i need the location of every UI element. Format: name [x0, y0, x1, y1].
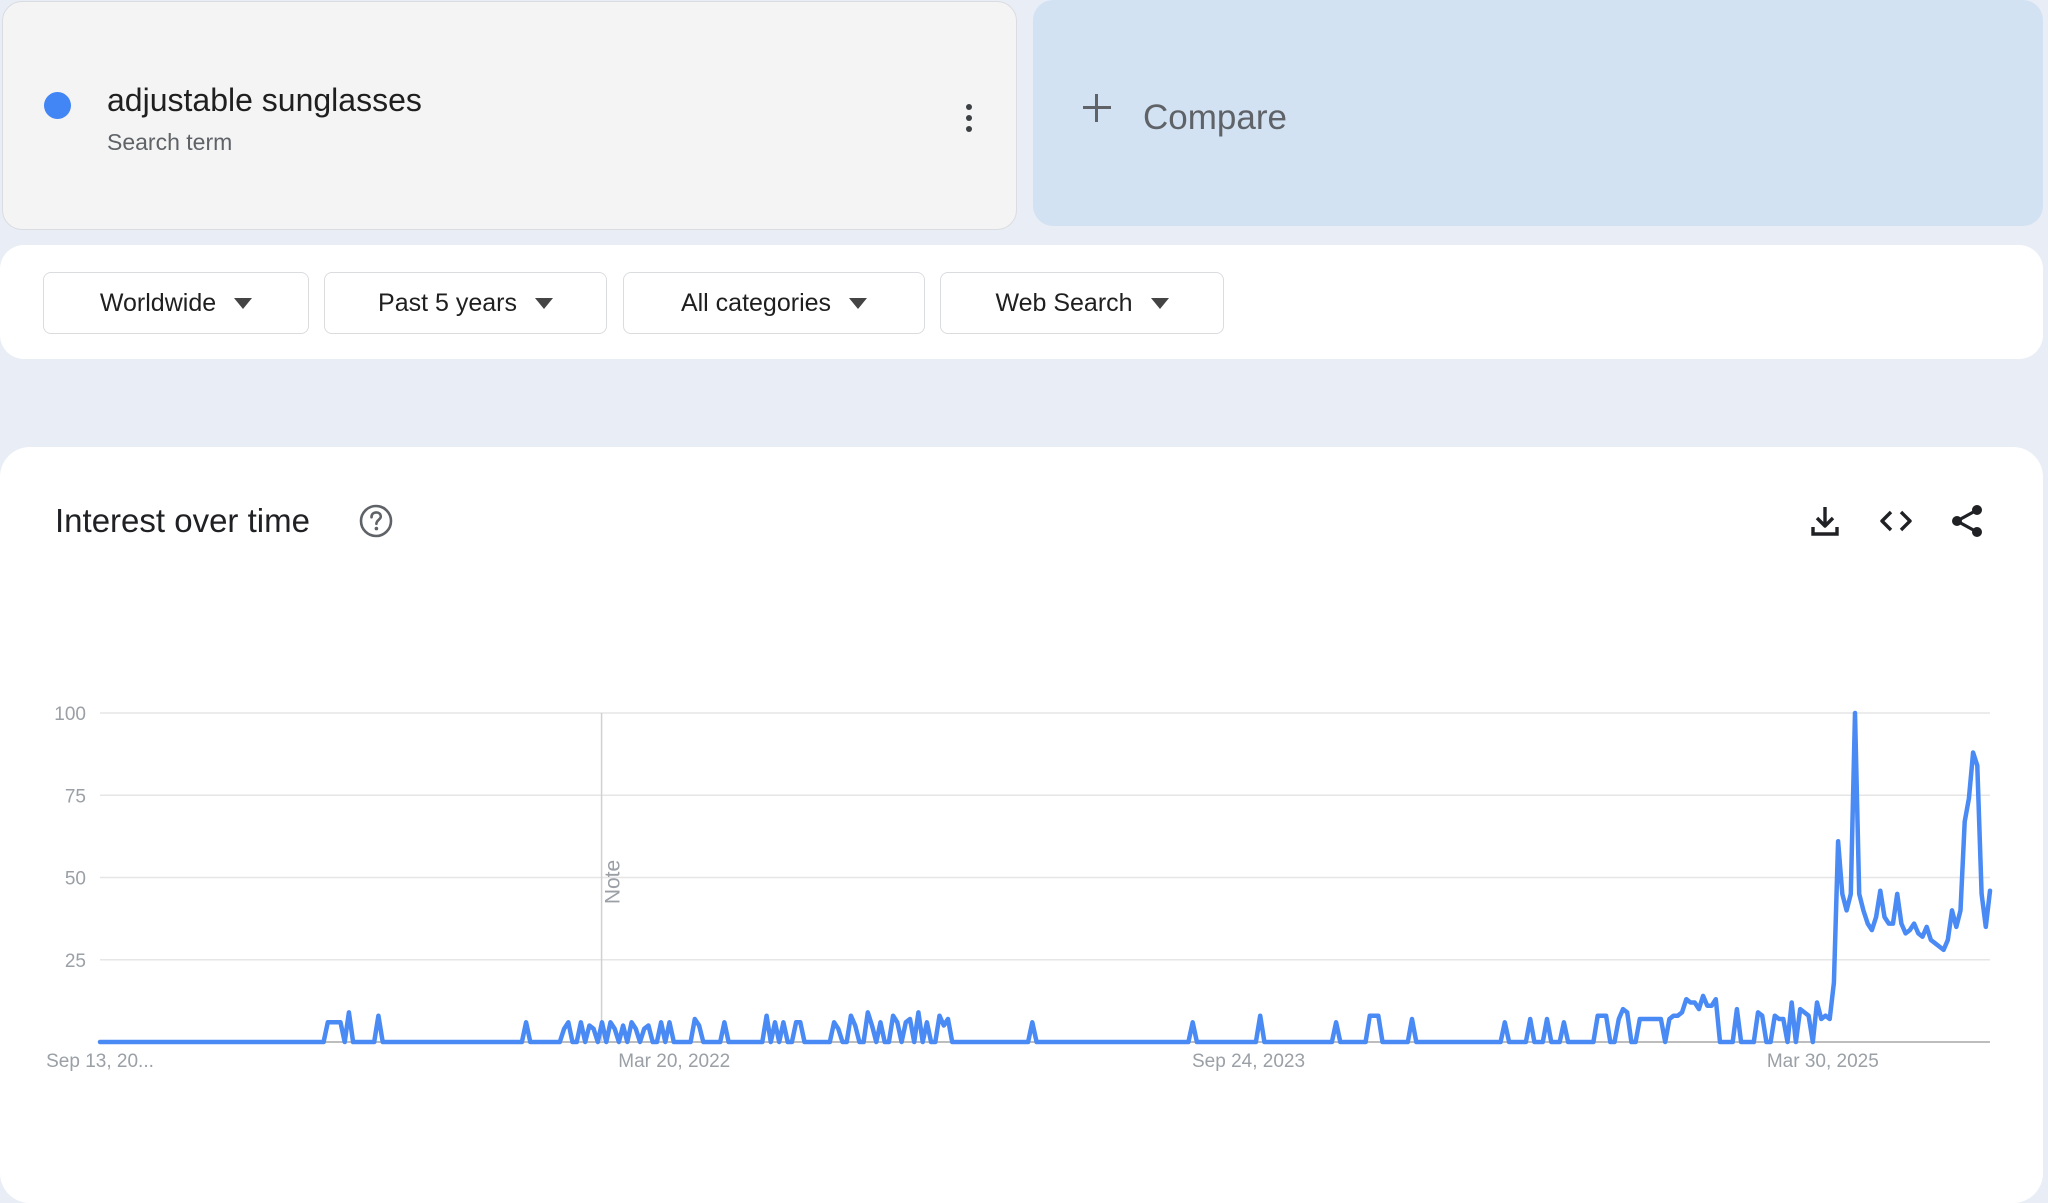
- category-filter-dropdown[interactable]: All categories: [623, 272, 925, 334]
- region-filter-dropdown[interactable]: Worldwide: [43, 272, 309, 334]
- search-type-filter-label: Web Search: [995, 288, 1133, 317]
- region-filter-label: Worldwide: [99, 288, 217, 317]
- note-label: Note: [602, 860, 625, 904]
- x-tick-label: Mar 20, 2022: [618, 1051, 730, 1072]
- compare-button[interactable]: Compare: [1033, 0, 2043, 226]
- y-tick-label: 100: [54, 704, 86, 725]
- chart-note-marker: Note: [600, 713, 625, 1042]
- search-term-name: adjustable sunglasses: [107, 82, 422, 118]
- filter-bar: Worldwide Past 5 years All categories We…: [0, 245, 2043, 359]
- dropdown-arrow-icon: [849, 297, 868, 309]
- interest-over-time-card: Interest over time 100 75 50 25 Sep 13, 20.…: [0, 447, 2043, 1203]
- time-range-filter-dropdown[interactable]: Past 5 years: [324, 272, 607, 334]
- compare-label: Compare: [1143, 98, 1287, 137]
- dropdown-arrow-icon: [234, 297, 253, 309]
- series-color-dot: [44, 92, 71, 119]
- y-tick-label: 25: [65, 951, 86, 972]
- search-term-card[interactable]: adjustable sunglasses Search term: [2, 1, 1017, 230]
- interest-line-chart: 100 75 50 25 Sep 13, 20... Mar 20, 2022 Sep 2…: [46, 704, 1993, 1072]
- search-term-type: Search term: [107, 129, 233, 155]
- category-filter-label: All categories: [680, 288, 832, 317]
- y-axis-tick-labels: 100 75 50 25: [54, 704, 86, 972]
- x-tick-label: Sep 24, 2023: [1192, 1051, 1305, 1072]
- x-axis-tick-labels: Sep 13, 20... Mar 20, 2022 Sep 24, 2023 Mar…: [46, 1051, 1879, 1072]
- dropdown-arrow-icon: [534, 297, 553, 309]
- y-tick-label: 75: [65, 786, 86, 807]
- plus-icon: [1081, 92, 1113, 124]
- chart-gridlines: [100, 712, 1990, 1043]
- dropdown-arrow-icon: [1150, 297, 1169, 309]
- search-type-filter-dropdown[interactable]: Web Search: [940, 272, 1224, 334]
- y-tick-label: 50: [65, 869, 86, 890]
- x-tick-label: Mar 30, 2025: [1767, 1051, 1879, 1072]
- time-range-filter-label: Past 5 years: [378, 288, 517, 317]
- more-options-icon[interactable]: [953, 98, 985, 138]
- x-tick-label: Sep 13, 20...: [46, 1051, 154, 1072]
